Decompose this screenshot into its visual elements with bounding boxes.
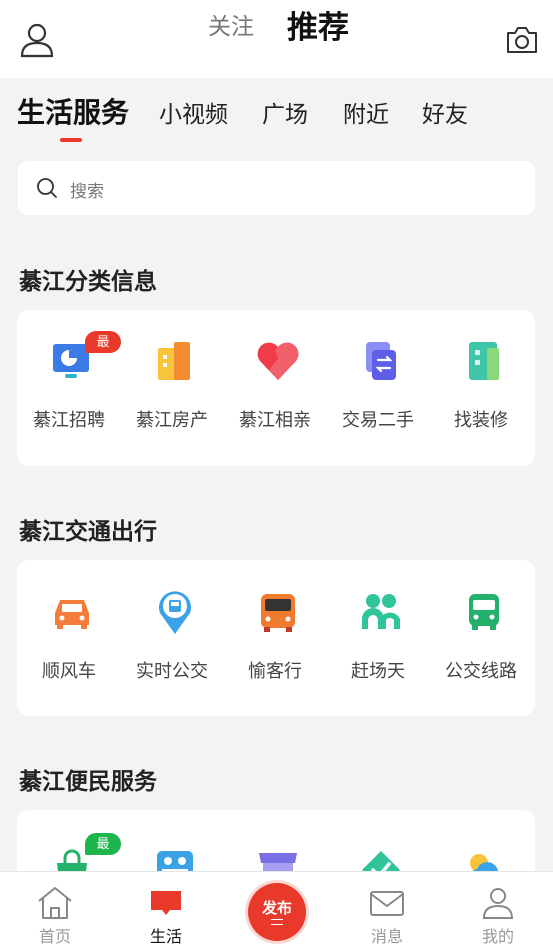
sub-tabs: 生活服务 小视频 广场 附近 好友 搜索 [0, 78, 553, 215]
grid-item-label: 公交线路 [445, 661, 517, 681]
grid-item-recruit[interactable]: 最热 綦江招聘 [17, 331, 121, 438]
active-tab-indicator [60, 138, 82, 142]
grid-item-convenience-4[interactable] [326, 847, 430, 871]
bus-location-icon [152, 589, 198, 635]
weather-icon [461, 847, 507, 871]
grid-item-label: 綦江招聘 [33, 410, 105, 430]
service-card: 最新 [17, 810, 535, 871]
section-title: 綦江交通出行 [19, 518, 157, 544]
grid-item-dating[interactable]: 綦江相亲 [223, 338, 327, 438]
camera-icon[interactable] [505, 25, 539, 55]
building-icon [152, 338, 198, 384]
grid-item-convenience-5[interactable] [429, 847, 533, 871]
grid-item-coach[interactable]: 愉客行 [223, 589, 327, 689]
service-card: 顺风车 实时公交 愉客行 赶场天 公交线路 [17, 560, 535, 716]
service-card: 最热 綦江招聘 綦江房产 綦江相亲 交易二手 找装修 [17, 310, 535, 466]
tab-life-service[interactable]: 生活服务 [17, 91, 129, 131]
hot-badge: 最热 [85, 331, 121, 371]
grid-item-label: 实时公交 [136, 661, 208, 681]
grid-item-carpool[interactable]: 顺风车 [17, 589, 121, 689]
heart-icon [255, 338, 301, 384]
search-icon [36, 177, 58, 199]
people-icon [358, 589, 404, 635]
nav-messages[interactable]: 消息 [337, 872, 437, 951]
mail-icon [370, 891, 404, 916]
grid-item-real-estate[interactable]: 綦江房产 [120, 338, 224, 438]
nav-mine-label: 我的 [481, 929, 514, 946]
bottom-nav: 首页 生活 发布 消息 我的 [0, 871, 553, 951]
coach-bus-icon [255, 589, 301, 635]
grid-item-label: 愉客行 [248, 661, 302, 681]
grid-item-label: 赶场天 [351, 661, 405, 681]
publish-label: 发布 [261, 900, 292, 917]
grid-item-market-day[interactable]: 赶场天 [326, 589, 430, 689]
search-input[interactable]: 搜索 [18, 161, 535, 215]
car-icon [49, 589, 95, 635]
section-title: 綦江分类信息 [19, 268, 157, 294]
nav-messages-label: 消息 [370, 929, 403, 946]
user-icon [482, 888, 514, 919]
nav-home[interactable]: 首页 [5, 872, 105, 951]
check-icon [358, 847, 404, 871]
grid-item-label: 綦江房产 [136, 410, 208, 430]
new-badge: 最新 [85, 833, 121, 871]
nav-mine[interactable]: 我的 [448, 872, 548, 951]
tab-short-video[interactable]: 小视频 [159, 95, 228, 129]
grid-item-realtime-bus[interactable]: 实时公交 [120, 589, 224, 689]
grid-item-label: 綦江相亲 [239, 410, 311, 430]
grid-item-convenience-2[interactable] [120, 847, 224, 871]
tab-recommend[interactable]: 推荐 [287, 2, 349, 47]
nav-home-label: 首页 [38, 929, 71, 946]
grid-item-label: 交易二手 [342, 410, 414, 430]
section-transport: 綦江交通出行 顺风车 实时公交 愉客行 赶场天 公交线路 [0, 488, 553, 716]
bus-route-icon [461, 589, 507, 635]
nav-life[interactable]: 生活 [116, 872, 216, 951]
home-icon [38, 887, 72, 919]
tab-follow[interactable]: 关注 [208, 7, 254, 41]
publish-button[interactable]: 发布 [248, 883, 306, 941]
search-placeholder: 搜索 [70, 182, 104, 201]
section-convenience: 綦江便民服务 最新 [0, 738, 553, 871]
id-card-icon [152, 847, 198, 871]
top-bar: 关注 推荐 [0, 0, 553, 78]
grid-item-bus-lines[interactable]: 公交线路 [429, 589, 533, 689]
chat-bubble-icon [151, 891, 181, 915]
grid-item-label: 找装修 [454, 410, 508, 430]
shop-icon [255, 847, 301, 871]
user-profile-icon[interactable] [20, 22, 54, 58]
renovation-icon [461, 338, 507, 384]
grid-item-convenience-3[interactable] [223, 847, 327, 871]
tab-plaza[interactable]: 广场 [262, 95, 308, 129]
grid-item-renovation[interactable]: 找装修 [429, 338, 533, 438]
grid-item-convenience-1[interactable]: 最新 [17, 833, 121, 871]
menu-lines-icon [271, 919, 283, 925]
grid-item-label: 顺风车 [42, 661, 96, 681]
nav-life-label: 生活 [149, 929, 182, 946]
section-title: 綦江便民服务 [19, 768, 157, 794]
trade-icon [358, 338, 404, 384]
grid-item-second-hand[interactable]: 交易二手 [326, 338, 430, 438]
tab-nearby[interactable]: 附近 [343, 95, 389, 129]
tab-friends[interactable]: 好友 [422, 95, 468, 129]
section-classified: 綦江分类信息 最热 綦江招聘 綦江房产 綦江相亲 交易二手 找装修 [0, 238, 553, 466]
